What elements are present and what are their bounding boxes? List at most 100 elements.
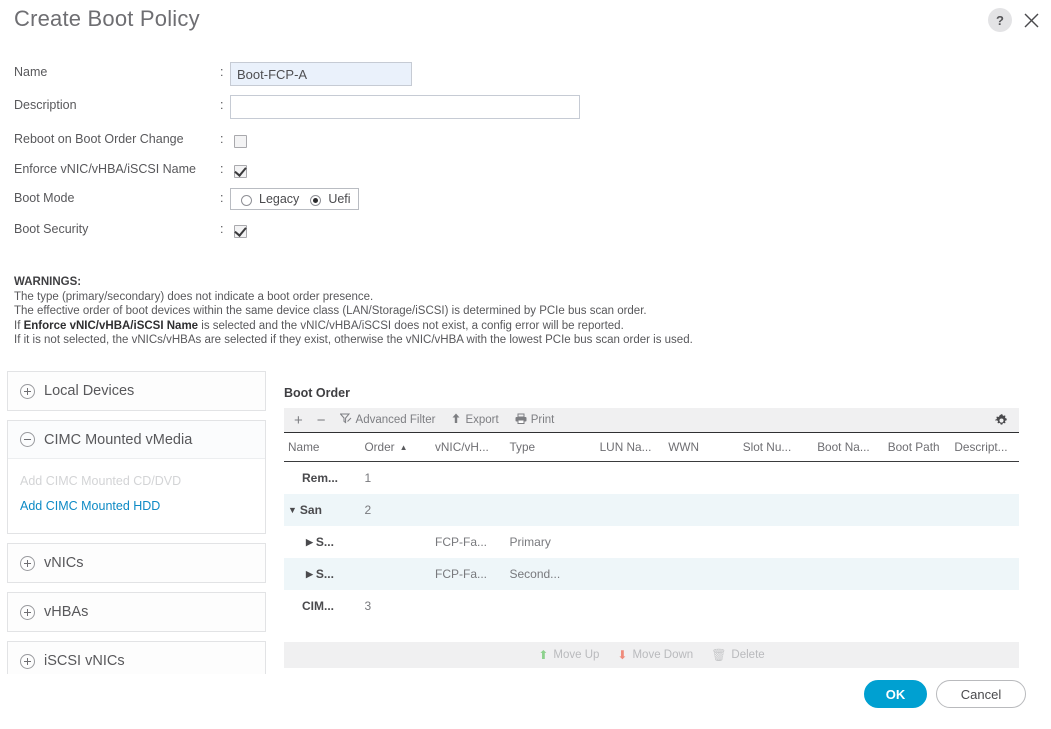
column-header-lun-name[interactable]: LUN Na... [596, 440, 665, 454]
column-header-vnic[interactable]: vNIC/vH... [431, 440, 505, 454]
field-colon: : [220, 65, 224, 79]
boot-order-table: Name Order ▲ vNIC/vH... Type LUN Na... W… [284, 433, 1019, 622]
plus-circle-icon [20, 383, 35, 399]
close-icon[interactable] [1019, 8, 1043, 32]
row-vnic: FCP-Fa... [435, 567, 488, 581]
move-down-button[interactable]: ⬇ Move Down [617, 648, 693, 662]
boot-mode-option-uefi[interactable]: Uefi [305, 192, 351, 206]
advanced-filter-label: Advanced Filter [355, 414, 436, 426]
printer-icon [515, 413, 527, 427]
reboot-on-boot-order-change-checkbox[interactable] [234, 135, 247, 148]
cancel-button[interactable]: Cancel [936, 680, 1026, 708]
name-input[interactable] [230, 62, 412, 86]
column-header-wwn[interactable]: WWN [664, 440, 738, 454]
table-row[interactable]: Rem... 1 [284, 462, 1019, 494]
column-header-boot-name[interactable]: Boot Na... [813, 440, 884, 454]
table-row[interactable]: ▶ S... FCP-Fa... Primary [284, 526, 1019, 558]
accordion-header-vhbas[interactable]: vHBAs [8, 593, 265, 631]
field-label-name: Name [14, 65, 48, 79]
column-header-order[interactable]: Order ▲ [360, 440, 431, 454]
vertical-scrollbar-track[interactable] [1031, 52, 1043, 666]
row-order: 3 [364, 599, 372, 613]
boot-order-heading: Boot Order [284, 386, 350, 400]
accordion-label-vnics: vNICs [44, 555, 84, 571]
column-header-name[interactable]: Name [284, 440, 360, 454]
move-down-label: Move Down [632, 649, 694, 661]
add-row-button[interactable]: + [294, 412, 303, 429]
dialog-titlebar: Create Boot Policy ? [0, 0, 1051, 44]
column-header-boot-path[interactable]: Boot Path [884, 440, 951, 454]
ok-button[interactable]: OK [864, 680, 927, 708]
accordion-panel-vhbas[interactable]: vHBAs [7, 592, 266, 632]
row-name: San [299, 503, 322, 517]
enforce-vnic-name-checkbox[interactable] [234, 165, 247, 178]
accordion-label-vhbas: vHBAs [44, 604, 89, 620]
field-label-boot-mode: Boot Mode [14, 191, 75, 205]
column-header-slot-number[interactable]: Slot Nu... [739, 440, 813, 454]
row-name: CIM... [302, 599, 334, 613]
field-colon: : [220, 162, 224, 176]
accordion-body-cimc-mounted-vmedia: Add CIMC Mounted CD/DVD Add CIMC Mounted… [8, 459, 265, 533]
description-input[interactable] [230, 95, 580, 119]
plus-circle-icon [20, 555, 35, 571]
advanced-filter-button[interactable]: Advanced Filter [338, 413, 436, 427]
accordion-panel-vnics[interactable]: vNICs [7, 543, 266, 583]
warnings-block: WARNINGS: The type (primary/secondary) d… [14, 275, 693, 348]
field-colon: : [220, 98, 224, 112]
row-name: S... [315, 567, 334, 581]
row-order: 2 [364, 503, 372, 517]
sort-ascending-icon: ▲ [399, 442, 408, 452]
warning-line-2: The effective order of boot devices with… [14, 305, 647, 318]
column-header-description[interactable]: Descript... [950, 440, 1019, 454]
remove-row-button[interactable]: − [317, 412, 326, 429]
accordion-label-local-devices: Local Devices [44, 383, 135, 399]
column-header-order-label: Order [364, 440, 395, 454]
row-name-group[interactable]: ▼ San [288, 503, 356, 517]
caret-down-icon[interactable]: ▼ [288, 505, 297, 515]
caret-right-icon[interactable]: ▶ [306, 537, 313, 547]
print-button[interactable]: Print [515, 413, 554, 427]
row-name-group[interactable]: ▶ S... [288, 567, 356, 581]
delete-button[interactable]: 🗑 Delete [711, 648, 764, 662]
help-icon[interactable]: ? [988, 8, 1012, 32]
accordion-header-vnics[interactable]: vNICs [8, 544, 265, 582]
boot-mode-radio-legacy[interactable] [241, 195, 252, 206]
table-row[interactable]: CIM... 3 [284, 590, 1019, 622]
accordion-panel-cimc-mounted-vmedia[interactable]: CIMC Mounted vMedia Add CIMC Mounted CD/… [7, 420, 266, 534]
gear-icon[interactable] [994, 413, 1009, 428]
filter-icon [338, 413, 352, 427]
accordion-panel-local-devices[interactable]: Local Devices [7, 371, 266, 411]
export-label: Export [465, 414, 499, 426]
up-arrow-icon [451, 413, 461, 427]
down-arrow-icon: ⬇ [617, 648, 628, 662]
plus-circle-icon [20, 604, 35, 620]
column-header-type[interactable]: Type [505, 440, 595, 454]
table-header-row: Name Order ▲ vNIC/vH... Type LUN Na... W… [284, 433, 1019, 462]
field-label-reboot-on-boot-order-change: Reboot on Boot Order Change [14, 132, 184, 146]
plus-circle-icon [20, 653, 35, 669]
minus-circle-icon [20, 432, 35, 447]
export-button[interactable]: Export [451, 413, 499, 427]
row-vnic: FCP-Fa... [435, 535, 488, 549]
warning-line-3-pre: If [14, 319, 24, 332]
row-type: Primary [509, 535, 551, 549]
boot-mode-option-legacy[interactable]: Legacy [236, 192, 299, 206]
boot-order-table-toolbar: + − Advanced Filter Export Print [284, 408, 1019, 433]
boot-security-checkbox[interactable] [234, 225, 247, 238]
accordion-header-local-devices[interactable]: Local Devices [8, 372, 265, 410]
delete-label: Delete [731, 649, 765, 661]
row-name-group[interactable]: ▶ S... [288, 535, 356, 549]
warning-line-3-post: is selected and the vNIC/vHBA/iSCSI does… [198, 319, 624, 332]
caret-right-icon[interactable]: ▶ [306, 569, 313, 579]
boot-mode-radio-uefi[interactable] [310, 195, 322, 206]
field-label-enforce-vnic-name: Enforce vNIC/vHBA/iSCSI Name [14, 162, 196, 176]
accordion-header-cimc-mounted-vmedia[interactable]: CIMC Mounted vMedia [8, 421, 265, 459]
move-up-label: Move Up [553, 649, 600, 661]
boot-mode-radio-group[interactable]: Legacy Uefi [230, 188, 359, 210]
move-up-button[interactable]: ⬆ Move Up [538, 648, 599, 662]
table-row[interactable]: ▶ S... FCP-Fa... Second... [284, 558, 1019, 590]
table-row[interactable]: ▼ San 2 [284, 494, 1019, 526]
add-cimc-mounted-hdd-link[interactable]: Add CIMC Mounted HDD [20, 494, 253, 519]
field-label-description: Description [14, 98, 77, 112]
warning-line-4: If it is not selected, the vNICs/vHBAs a… [14, 334, 693, 347]
